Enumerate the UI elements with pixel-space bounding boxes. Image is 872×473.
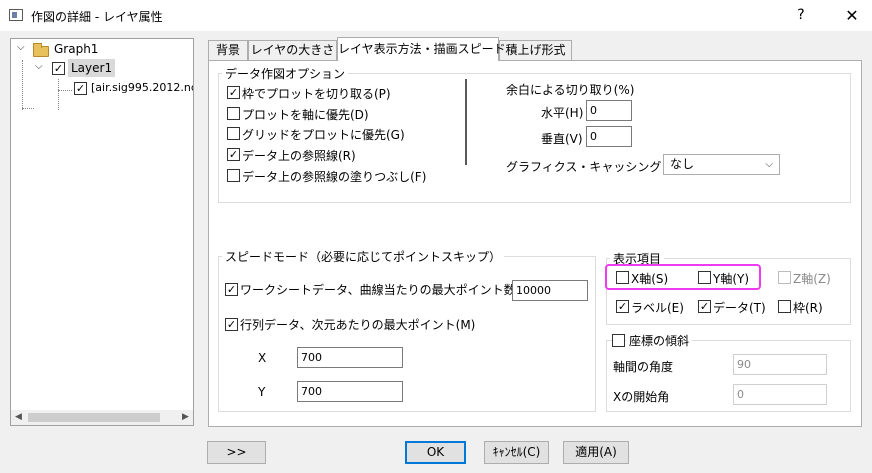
grid-over-plot-label[interactable]: グリッドをプロットに優先(G) — [242, 126, 405, 143]
clip-margin-title: 余白による切り取り(%) — [506, 83, 635, 97]
scroll-thumb[interactable] — [28, 413, 160, 422]
matrix-y-input[interactable]: 700 — [297, 381, 403, 402]
axis-tilt-title[interactable]: 座標の傾斜 — [626, 332, 693, 349]
z-axis-label: Z軸(Z) — [793, 272, 831, 286]
worksheet-max-points-input[interactable]: 10000 — [512, 280, 588, 301]
scroll-right-icon[interactable]: ▶ — [178, 410, 193, 425]
worksheet-max-points-label[interactable]: ワークシートデータ、曲線当たりの最大ポイント数 — [240, 281, 516, 298]
clip-plot-label[interactable]: 枠でプロットを切り取る(P) — [242, 85, 391, 102]
axis-angle-label: 軸間の角度 — [613, 360, 674, 374]
reference-lines-checkbox[interactable]: ✓ — [227, 148, 240, 161]
grid-over-plot-checkbox[interactable] — [227, 127, 240, 140]
reference-lines-fill-label[interactable]: データ上の参照線の塗りつぶし(F) — [242, 168, 426, 185]
labels-label[interactable]: ラベル(E) — [631, 299, 684, 316]
cancel-button[interactable]: ｷｬﾝｾﾙ(C) — [484, 441, 549, 464]
labels-checkbox[interactable]: ✓ — [616, 300, 629, 313]
folder-icon — [33, 43, 49, 57]
layer-checkbox[interactable]: ✓ — [52, 62, 65, 75]
speed-mode-title: スピードモード（必要に応じてポイントスキップ） — [222, 248, 505, 265]
graphics-caching-label: グラフィクス・キャッシング — [506, 160, 662, 174]
clip-plot-checkbox[interactable]: ✓ — [227, 86, 240, 99]
tree-item-layer1[interactable]: Layer1 — [68, 59, 116, 77]
worksheet-max-points-checkbox[interactable]: ✓ — [225, 283, 238, 296]
help-button[interactable]: ? — [786, 0, 816, 31]
tab-layer-size[interactable]: レイヤの大きさ — [248, 40, 337, 60]
graphics-caching-value: なし — [670, 157, 695, 171]
z-axis-checkbox — [778, 271, 791, 284]
x-start-angle-label: Xの開始角 — [613, 390, 670, 404]
axis-tilt-checkbox[interactable] — [612, 334, 625, 347]
vertical-margin-input[interactable]: 0 — [586, 126, 632, 147]
reference-lines-label[interactable]: データ上の参照線(R) — [242, 147, 356, 164]
horizontal-margin-input[interactable]: 0 — [586, 100, 632, 121]
data-plot-options-title: データ作図オプション — [222, 65, 349, 82]
chevron-down-icon: ⌵ — [765, 159, 773, 170]
apply-button[interactable]: 適用(A) — [563, 441, 629, 464]
expand-caret-icon[interactable]: ⌵ — [17, 42, 25, 53]
tree-connector — [22, 60, 23, 110]
tree-connector — [58, 79, 59, 110]
x-start-angle-input: 0 — [733, 384, 827, 405]
data-checkbox[interactable]: ✓ — [698, 300, 711, 313]
matrix-x-input[interactable]: 700 — [297, 347, 403, 368]
expand-caret-icon[interactable]: ⌵ — [35, 61, 43, 72]
axis-highlight-box — [605, 264, 761, 290]
matrix-x-label: X — [258, 351, 267, 365]
tree-connector — [22, 108, 34, 109]
expand-dialog-button[interactable]: >> — [207, 441, 266, 464]
vertical-margin-label: 垂直(V) — [541, 132, 583, 146]
vertical-separator — [465, 79, 467, 165]
plot-over-axis-checkbox[interactable] — [227, 107, 240, 120]
tree-connector — [58, 90, 72, 91]
data-label[interactable]: データ(T) — [713, 299, 766, 316]
frame-label[interactable]: 枠(R) — [793, 299, 823, 316]
window-title: 作図の詳細 - レイヤ属性 — [31, 10, 163, 24]
reference-lines-fill-checkbox[interactable] — [227, 169, 240, 182]
ok-button[interactable]: OK — [405, 441, 466, 464]
tab-layer-display-speed[interactable]: レイヤ表示方法・描画スピード — [337, 37, 506, 61]
matrix-y-label: Y — [258, 385, 266, 399]
scroll-left-icon[interactable]: ◀ — [11, 410, 26, 425]
plot-over-axis-label[interactable]: プロットを軸に優先(D) — [242, 106, 369, 123]
app-window-icon — [9, 9, 23, 21]
tree-horizontal-scrollbar[interactable]: ◀ ▶ — [11, 410, 193, 425]
object-tree[interactable]: ⌵ Graph1 ⌵ ✓ Layer1 ✓ [air.sig995.2012.n… — [10, 38, 194, 426]
tree-item-plot[interactable]: [air.sig995.2012.nc]a — [91, 79, 193, 97]
frame-checkbox[interactable] — [778, 300, 791, 313]
matrix-max-points-label[interactable]: 行列データ、次元あたりの最大ポイント(M) — [240, 316, 475, 333]
tree-item-graph1[interactable]: Graph1 — [54, 40, 98, 58]
matrix-max-points-checkbox[interactable]: ✓ — [225, 318, 238, 331]
horizontal-margin-label: 水平(H) — [541, 106, 584, 120]
tab-stacking[interactable]: 積上げ形式 — [499, 40, 572, 60]
title-bar: 作図の詳細 - レイヤ属性 ? ✕ — [0, 0, 872, 31]
axis-angle-input: 90 — [733, 354, 827, 375]
plot-checkbox[interactable]: ✓ — [74, 82, 87, 95]
graphics-caching-select[interactable]: なし ⌵ — [663, 154, 780, 175]
tab-background[interactable]: 背景 — [208, 40, 248, 60]
close-button[interactable]: ✕ — [832, 0, 872, 31]
